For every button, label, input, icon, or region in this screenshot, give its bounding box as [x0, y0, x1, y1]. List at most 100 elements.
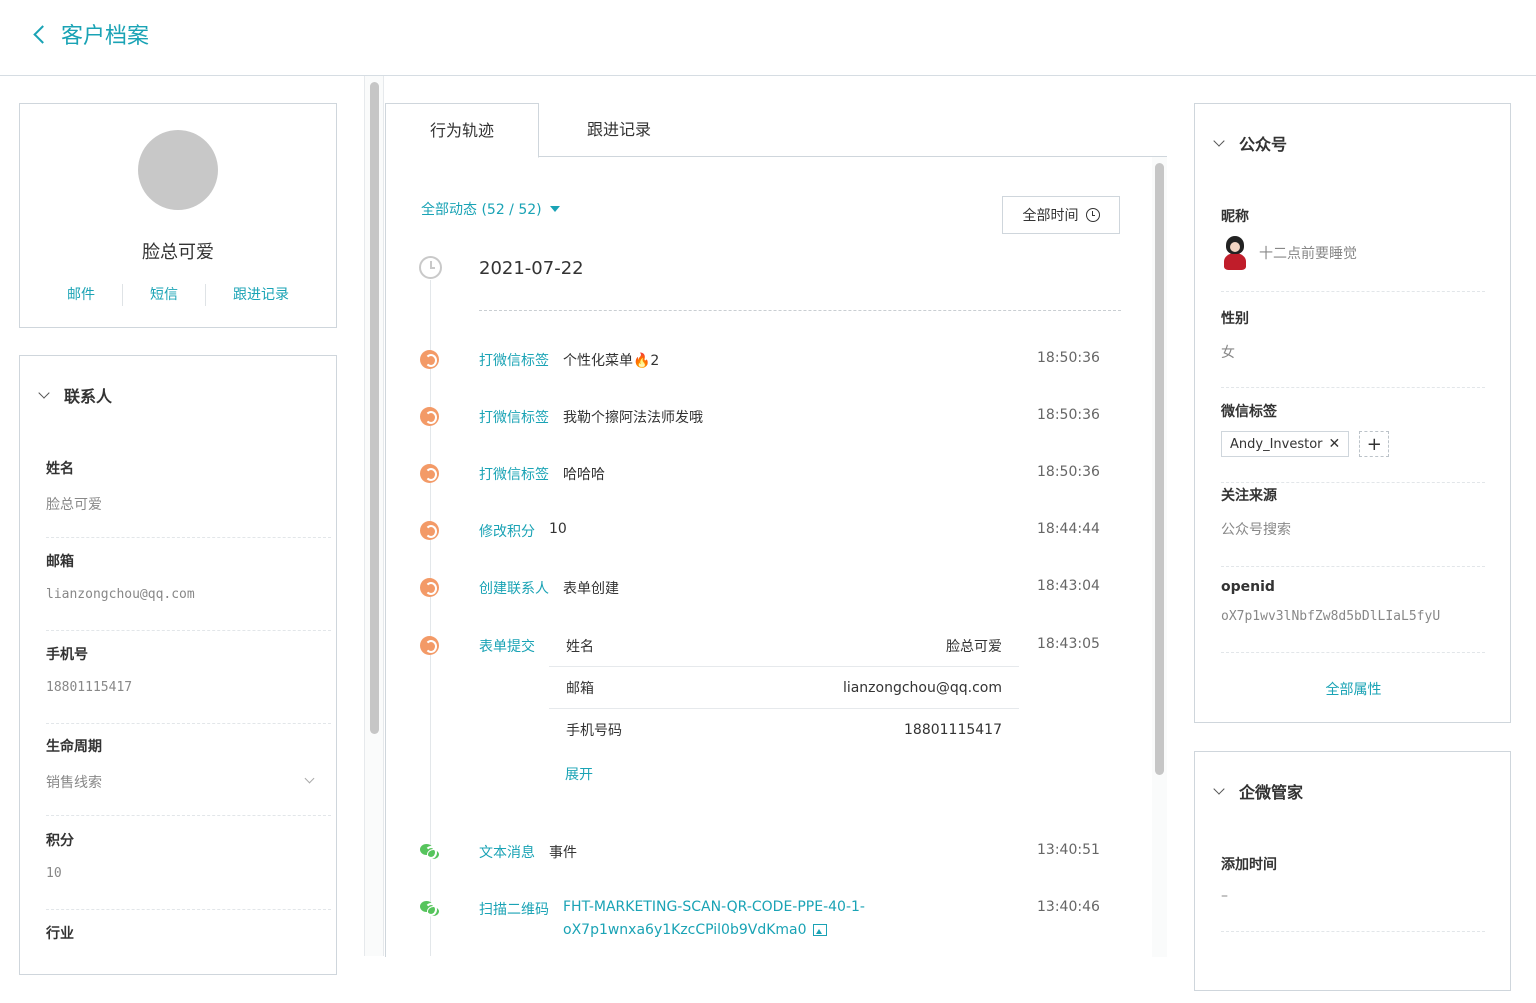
event-time: 18:50:36	[1037, 464, 1100, 480]
row-value: 脸总可爱	[946, 638, 1002, 655]
profile-actions: 邮件 短信 跟进记录	[20, 284, 336, 306]
nickname-field: 昵称 十二点前要睡觉	[1221, 206, 1485, 292]
field-label: 昵称	[1221, 209, 1249, 225]
field-label: 手机号	[46, 647, 88, 663]
scrollbar-thumb[interactable]	[1155, 163, 1164, 775]
qr-code-link[interactable]: FHT-MARKETING-SCAN-QR-CODE-PPE-40-1-	[563, 899, 865, 915]
openid-field: openid oX7p1wv3lNbfZw8d5bDlLIaL5fyU	[1221, 579, 1485, 653]
event-detail: 个性化菜单🔥2	[563, 353, 660, 369]
clock-icon	[1085, 208, 1100, 222]
tab-behavior[interactable]: 行为轨迹	[385, 103, 539, 158]
field-value: –	[1221, 888, 1228, 904]
back-button[interactable]: 客户档案	[30, 18, 149, 50]
time-range-button[interactable]: 全部时间	[1002, 196, 1120, 234]
event-icon	[420, 521, 439, 540]
contacts-section-toggle[interactable]: 联系人	[38, 383, 113, 407]
field-value[interactable]: lianzongchou@qq.com	[46, 587, 331, 602]
clock-icon	[419, 256, 442, 279]
qiwei-section-toggle[interactable]: 企微管家	[1213, 779, 1304, 803]
timeline-event: 打微信标签 哈哈哈 18:50:36	[420, 462, 1120, 486]
table-row: 邮箱 lianzongchou@qq.com	[549, 667, 1019, 709]
row-key: 邮箱	[566, 680, 594, 697]
qiwei-card: 企微管家 添加时间 –	[1194, 751, 1511, 991]
contacts-card: 联系人 姓名 脸总可爱 邮箱 lianzongchou@qq.com 手机号 1…	[19, 355, 337, 975]
field-value[interactable]: 18801115417	[46, 680, 331, 695]
caret-down-icon	[549, 206, 560, 212]
field-value: 公众号搜索	[1221, 522, 1291, 538]
event-icon	[420, 578, 439, 597]
event-time: 18:44:44	[1037, 521, 1100, 537]
add-time-field: 添加时间 –	[1221, 854, 1485, 932]
email-action[interactable]: 邮件	[40, 284, 123, 306]
field-value: 女	[1221, 345, 1235, 361]
all-attributes-link[interactable]: 全部属性	[1195, 679, 1512, 699]
event-time: 13:40:46	[1037, 899, 1100, 915]
event-icon	[420, 407, 439, 426]
row-key: 手机号码	[566, 723, 622, 739]
tag-chip: Andy_Investor ✕	[1221, 431, 1350, 457]
chevron-left-icon	[33, 24, 52, 44]
expand-link[interactable]: 展开	[565, 764, 593, 784]
field-value: oX7p1wv3lNbfZw8d5bDlLIaL5fyU	[1221, 609, 1441, 624]
wechat-section-toggle[interactable]: 公众号	[1213, 131, 1287, 155]
event-detail: 10	[549, 521, 567, 537]
timeline-event: 文本消息 事件 13:40:51	[420, 840, 1120, 864]
field-value[interactable]: 10	[46, 866, 331, 881]
event-type: 文本消息	[479, 845, 535, 861]
email-field: 邮箱 lianzongchou@qq.com	[46, 551, 331, 631]
field-label: 关注来源	[1221, 488, 1277, 504]
gender-field: 性别 女	[1221, 308, 1485, 388]
scrollbar-thumb[interactable]	[370, 82, 379, 734]
field-value: 十二点前要睡觉	[1259, 246, 1357, 262]
event-icon	[420, 350, 439, 369]
wechat-avatar	[1221, 236, 1249, 270]
add-tag-button[interactable]: +	[1359, 431, 1390, 457]
chevron-down-icon	[38, 386, 50, 399]
section-title: 联系人	[64, 387, 113, 406]
lifecycle-select[interactable]: 销售线索	[46, 772, 331, 792]
wechat-icon	[420, 899, 440, 918]
time-range-label: 全部时间	[1022, 208, 1079, 224]
page-scrollbar[interactable]	[364, 76, 384, 956]
event-type: 扫描二维码	[479, 902, 549, 918]
image-icon[interactable]	[812, 924, 827, 936]
timeline-event: 修改积分 10 18:44:44	[420, 519, 1120, 543]
followup-action[interactable]: 跟进记录	[206, 284, 316, 306]
field-label: 添加时间	[1221, 857, 1277, 873]
name-field: 姓名 脸总可爱	[46, 458, 331, 538]
section-title: 企微管家	[1239, 783, 1304, 802]
field-label: 性别	[1221, 311, 1249, 327]
event-time: 18:50:36	[1037, 350, 1100, 366]
event-time: 13:40:51	[1037, 842, 1100, 858]
customer-name: 脸总可爱	[142, 242, 214, 263]
field-value[interactable]: 脸总可爱	[46, 494, 331, 514]
tag-label: Andy_Investor	[1230, 436, 1323, 452]
event-type: 修改积分	[479, 524, 535, 540]
qr-code-link[interactable]: oX7p1wnxa6y1KzcCPil0b9VdKma0	[563, 922, 827, 938]
field-label: 生命周期	[46, 739, 102, 755]
event-icon	[420, 464, 439, 483]
qr-code-text: oX7p1wnxa6y1KzcCPil0b9VdKma0	[563, 922, 807, 938]
event-time: 18:43:04	[1037, 578, 1100, 594]
close-icon[interactable]: ✕	[1329, 436, 1341, 452]
timeline-event: 打微信标签 个性化菜单🔥2 18:50:36	[420, 348, 1120, 372]
tab-followup[interactable]: 跟进记录	[539, 103, 699, 157]
field-label: 微信标签	[1221, 404, 1277, 420]
activity-filter-dropdown[interactable]: 全部动态 (52 / 52)	[421, 199, 560, 219]
row-value: 18801115417	[904, 722, 1002, 738]
row-key: 姓名	[566, 638, 594, 655]
field-label: 行业	[46, 926, 74, 942]
source-field: 关注来源 公众号搜索	[1221, 485, 1485, 567]
wechat-icon	[420, 842, 440, 861]
event-type: 打微信标签	[479, 353, 549, 369]
sms-action[interactable]: 短信	[123, 284, 206, 306]
phone-field: 手机号 18801115417	[46, 644, 331, 724]
page-header: 客户档案	[0, 0, 1536, 76]
field-label: 邮箱	[46, 554, 74, 570]
timeline-scrollbar[interactable]	[1152, 157, 1167, 957]
timeline-event: 打微信标签 我勒个擦阿法法师发哦 18:50:36	[420, 405, 1120, 429]
profile-card: 脸总可爱 邮件 短信 跟进记录	[19, 103, 337, 328]
form-submission-table: 姓名 脸总可爱 邮箱 lianzongchou@qq.com 手机号码 1880…	[549, 625, 1019, 751]
lifecycle-field[interactable]: 生命周期 销售线索	[46, 736, 331, 816]
table-row: 姓名 脸总可爱	[549, 625, 1019, 667]
